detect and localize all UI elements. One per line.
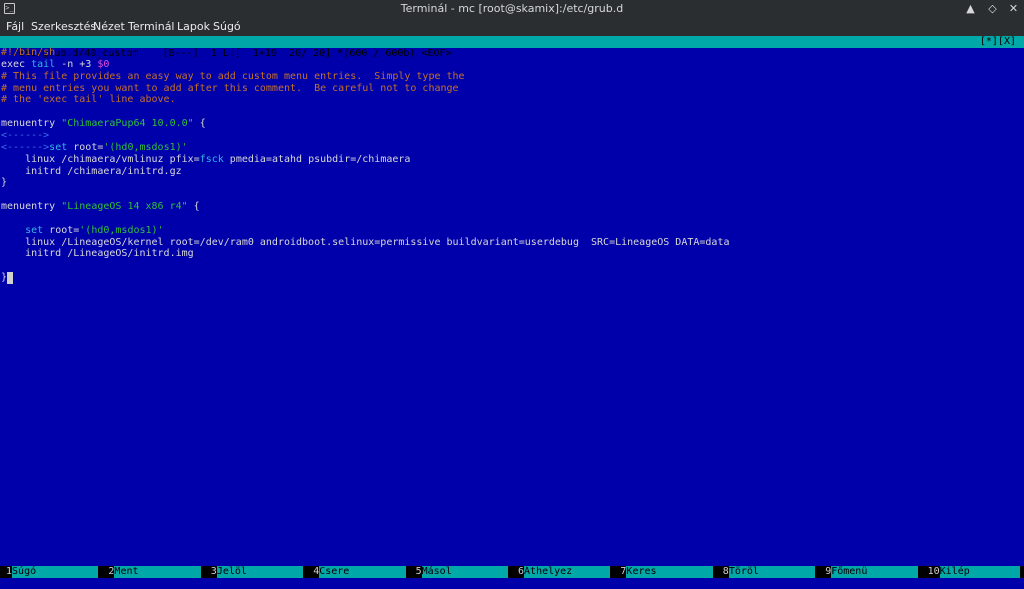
fkey-label: Keres	[626, 566, 713, 578]
fkey-label: Csere	[319, 566, 406, 578]
menu-terminal[interactable]: Terminál	[128, 20, 175, 33]
fkey-6[interactable]: 6Áthelyez	[512, 566, 614, 578]
code-token: # menu entries you want to add after thi…	[1, 82, 459, 94]
code-token: linux /chimaera/vmlinuz pfix=	[1, 153, 200, 165]
code-line: initrd /chimaera/initrd.gz	[1, 166, 182, 178]
fkey-number: 7	[614, 566, 627, 577]
code-line: # the 'exec tail' line above.	[1, 94, 176, 106]
window-title: Terminál - mc [root@skamix]:/etc/grub.d	[400, 2, 624, 15]
code-line: initrd /LineageOS/initrd.img	[1, 248, 194, 260]
code-token: '(hd0,msdos1)'	[79, 224, 164, 236]
code-token: initrd /LineageOS/initrd.img	[1, 248, 194, 260]
code-token: $0	[97, 58, 110, 70]
code-token: fsck	[199, 153, 224, 165]
code-token: linux /LineageOS/kernel root=/dev/ram0 a…	[1, 236, 730, 248]
code-token: <------>	[1, 129, 50, 141]
code-line: <------>	[1, 130, 49, 142]
code-line: linux /LineageOS/kernel root=/dev/ram0 a…	[1, 237, 729, 249]
fkey-number: 9	[819, 566, 832, 577]
code-token: pmedia=atahd psubdir=/chimaera	[223, 153, 411, 165]
code-token: '(hd0,msdos1)'	[103, 141, 188, 153]
code-line: }	[1, 272, 14, 285]
code-line: }	[1, 177, 7, 189]
code-line: # This file provides an easy way to add …	[1, 71, 465, 83]
code-token: {	[193, 118, 206, 130]
menu-tabs[interactable]: Lapok	[177, 20, 210, 33]
code-line: linux /chimaera/vmlinuz pfix=fsck pmedia…	[1, 154, 410, 166]
code-line: set root='(hd0,msdos1)'	[1, 224, 164, 237]
fkey-label: Töröl	[728, 566, 816, 578]
code-token: exec	[1, 58, 32, 70]
fkey-10[interactable]: 10Kilép	[921, 566, 1024, 578]
code-token: root=	[67, 141, 104, 153]
fkey-7[interactable]: 7Keres	[614, 566, 716, 578]
code-token: -n +3	[55, 58, 98, 70]
code-token: "ChimaeraPup64 10.0.0"	[61, 118, 194, 130]
fkey-label: Áthelyez	[524, 566, 611, 578]
fkey-number: 10	[921, 566, 940, 577]
code-token: menuentry	[1, 118, 62, 130]
code-line: exec tail -n +3 $0	[1, 59, 109, 71]
function-key-bar: 1Súgó 2Ment 3Jelöl 4Csere 5Másol 6Áthelyez 7Ke…	[0, 566, 1024, 578]
text-cursor	[7, 272, 14, 285]
menubar: Fájl Szerkesztés Nézet Terminál Lapok Sú…	[0, 17, 1024, 36]
text-editor-area[interactable]: #!/bin/sh exec tail -n +3 $0 # This file p…	[0, 47, 1024, 565]
code-token: tail	[31, 58, 56, 70]
code-token: # the 'exec tail' line above.	[1, 94, 176, 106]
bottom-strip	[0, 578, 1024, 589]
fkey-1[interactable]: 1Súgó	[0, 566, 102, 578]
fkey-5[interactable]: 5Másol	[409, 566, 512, 578]
fkey-label: Kilép	[939, 566, 1021, 578]
fkey-label: Főmenü	[831, 566, 918, 578]
code-token: root=	[43, 224, 80, 236]
fkey-number: 3	[204, 566, 217, 577]
fkey-3[interactable]: 3Jelöl	[204, 566, 307, 578]
code-token: <------>	[1, 141, 50, 153]
code-line: <------>set root='(hd0,msdos1)'	[1, 142, 188, 154]
code-token: "LineageOS 14 x86 r4"	[61, 201, 188, 213]
maximize-icon[interactable]: ◇	[985, 1, 1000, 16]
fkey-number: 2	[102, 566, 115, 577]
fkey-label: Súgó	[12, 566, 99, 578]
fkey-label: Ment	[114, 566, 201, 578]
fkey-number: 1	[0, 566, 13, 577]
fkey-number: 8	[716, 566, 729, 577]
code-line: menuentry "ChimaeraPup64 10.0.0" {	[1, 118, 206, 130]
code-token: set	[25, 224, 44, 236]
menu-view[interactable]: Nézet	[93, 20, 125, 33]
code-token: initrd /chimaera/initrd.gz	[1, 165, 182, 177]
code-line: menuentry "LineageOS 14 x86 r4" {	[1, 201, 200, 213]
code-token: set	[49, 141, 68, 153]
code-token: menuentry	[1, 201, 62, 213]
fkey-2[interactable]: 2Ment	[102, 566, 204, 578]
minimize-icon[interactable]: ▲	[963, 1, 978, 16]
fkey-4[interactable]: 4Csere	[307, 566, 409, 578]
code-token: #!/bin/sh	[1, 47, 56, 58]
window-titlebar: >_ Terminál - mc [root@skamix]:/etc/grub…	[0, 0, 1024, 17]
code-token: }	[1, 177, 8, 189]
menu-help[interactable]: Súgó	[213, 20, 241, 33]
fkey-number: 4	[307, 566, 320, 577]
fkey-9[interactable]: 9Főmenü	[819, 566, 921, 578]
menu-file[interactable]: Fájl	[6, 20, 24, 33]
fkey-number: 6	[512, 566, 525, 577]
fkey-number: 5	[409, 566, 422, 577]
fkey-label: Jelöl	[216, 566, 304, 578]
close-icon[interactable]: ✕	[1006, 1, 1021, 16]
fkey-8[interactable]: 8Töröl	[716, 566, 819, 578]
code-line: #!/bin/sh	[1, 47, 55, 59]
fkey-label: Másol	[421, 566, 509, 578]
code-line: # menu entries you want to add after thi…	[1, 83, 459, 95]
code-token: # This file provides an easy way to add …	[1, 70, 465, 82]
code-token: {	[187, 201, 200, 213]
menu-edit[interactable]: Szerkesztés	[31, 20, 96, 33]
